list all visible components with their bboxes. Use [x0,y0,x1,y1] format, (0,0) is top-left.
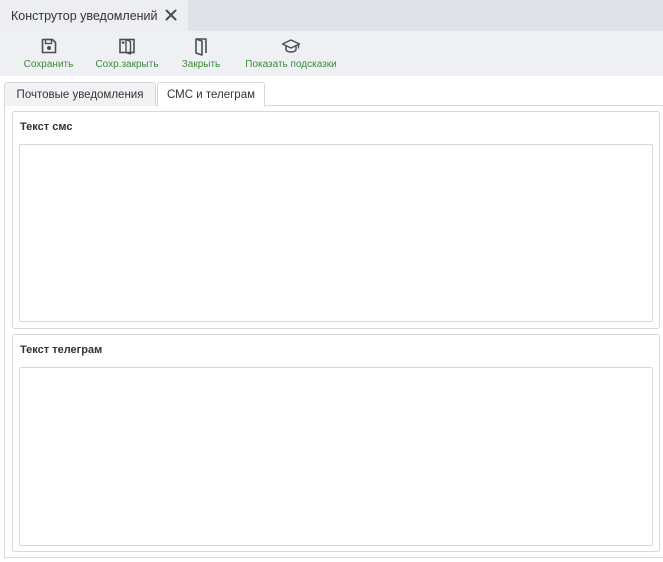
document-tab-title: Конструтор уведомлений [11,8,158,23]
save-close-button[interactable]: Сохр.закрыть [91,31,163,76]
save-button[interactable]: Сохранить [20,31,77,76]
sms-text-field[interactable] [19,144,653,322]
show-hints-button[interactable]: Показать подсказки [239,31,343,76]
close-button-label: Закрыть [181,59,221,70]
save-button-label: Сохранить [23,59,74,70]
show-hints-button-label: Показать подсказки [245,59,337,70]
telegram-text-field[interactable] [19,367,653,546]
graduation-cap-icon [281,39,301,53]
notification-tabs: Почтовые уведомления СМС и телеграм [0,76,663,107]
tab-content-panel: Текст смс Текст телеграм [4,106,663,558]
save-icon [41,38,56,54]
save-close-button-label: Сохр.закрыть [95,59,159,70]
sms-text-group: Текст смс [12,111,660,329]
door-icon [195,38,207,56]
telegram-text-title: Текст телеграм [20,344,103,356]
close-button[interactable]: Закрыть [178,31,224,76]
telegram-text-group: Текст телеграм [12,334,660,552]
toolbar: Сохранить Сохр.закрыть Закрыть Показать … [0,31,663,76]
document-tab[interactable]: Конструтор уведомлений [0,0,188,31]
close-icon[interactable] [164,8,178,22]
tab-email-notifications[interactable]: Почтовые уведомления [4,82,156,106]
save-close-icon [119,38,135,55]
document-tab-strip: Конструтор уведомлений [0,0,663,31]
tab-sms-telegram[interactable]: СМС и телеграм [157,82,265,107]
sms-text-title: Текст смс [20,121,73,133]
